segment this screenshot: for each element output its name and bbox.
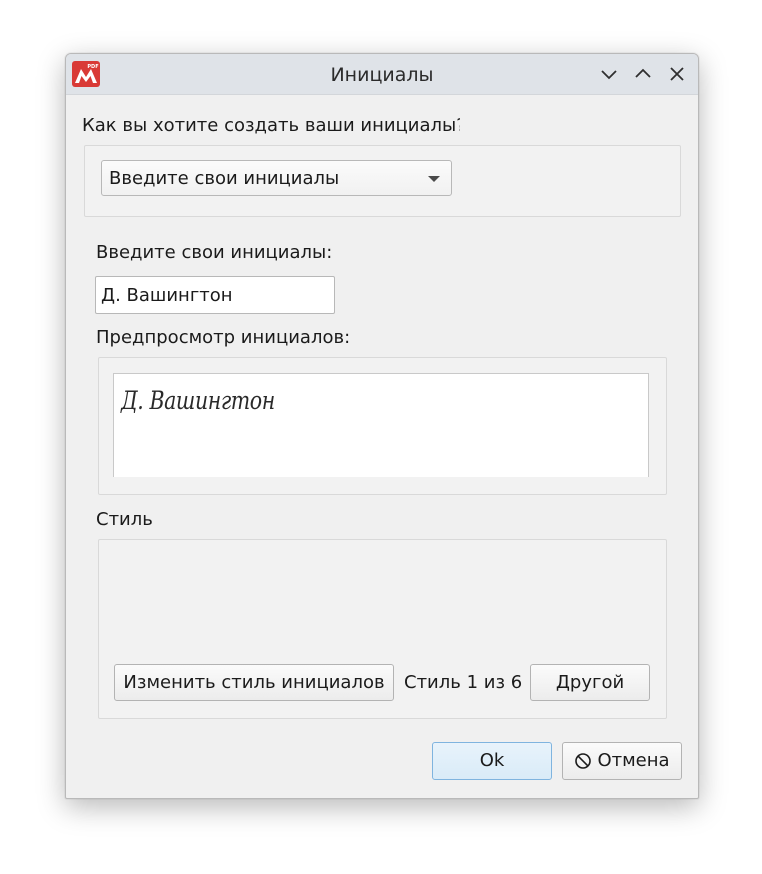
dropdown-arrow-icon [428, 176, 440, 182]
creation-method-question: Как вы хотите создать ваши инициалы? [82, 115, 460, 136]
initials-preview-text: Д. Вашингтон [121, 386, 275, 415]
initials-dialog: PDF Инициалы Как вы хотите создать ваши … [65, 53, 699, 799]
style-label: Стиль [96, 509, 153, 530]
initials-input[interactable] [95, 276, 335, 314]
ok-button[interactable]: Ok [432, 742, 552, 780]
initials-preview-area: Д. Вашингтон [113, 373, 649, 477]
title-bar[interactable]: PDF Инициалы [66, 54, 698, 95]
minimize-button[interactable] [599, 64, 619, 84]
initials-field-label: Введите свои инициалы: [96, 242, 333, 263]
cancel-icon [574, 752, 592, 770]
close-button[interactable] [667, 64, 687, 84]
close-icon [667, 64, 687, 84]
cancel-button[interactable]: Отмена [562, 742, 682, 780]
maximize-button[interactable] [633, 64, 653, 84]
creation-method-dropdown[interactable]: Введите свои инициалы [101, 160, 452, 196]
chevron-up-icon [633, 64, 653, 84]
change-initials-style-button[interactable]: Изменить стиль инициалов [114, 664, 394, 701]
cancel-button-label: Отмена [597, 750, 670, 771]
creation-method-selected: Введите свои инициалы [109, 168, 340, 189]
preview-label: Предпросмотр инициалов: [96, 327, 351, 348]
style-counter: Стиль 1 из 6 [404, 672, 523, 693]
chevron-down-icon [599, 64, 619, 84]
other-style-button[interactable]: Другой [530, 664, 650, 701]
